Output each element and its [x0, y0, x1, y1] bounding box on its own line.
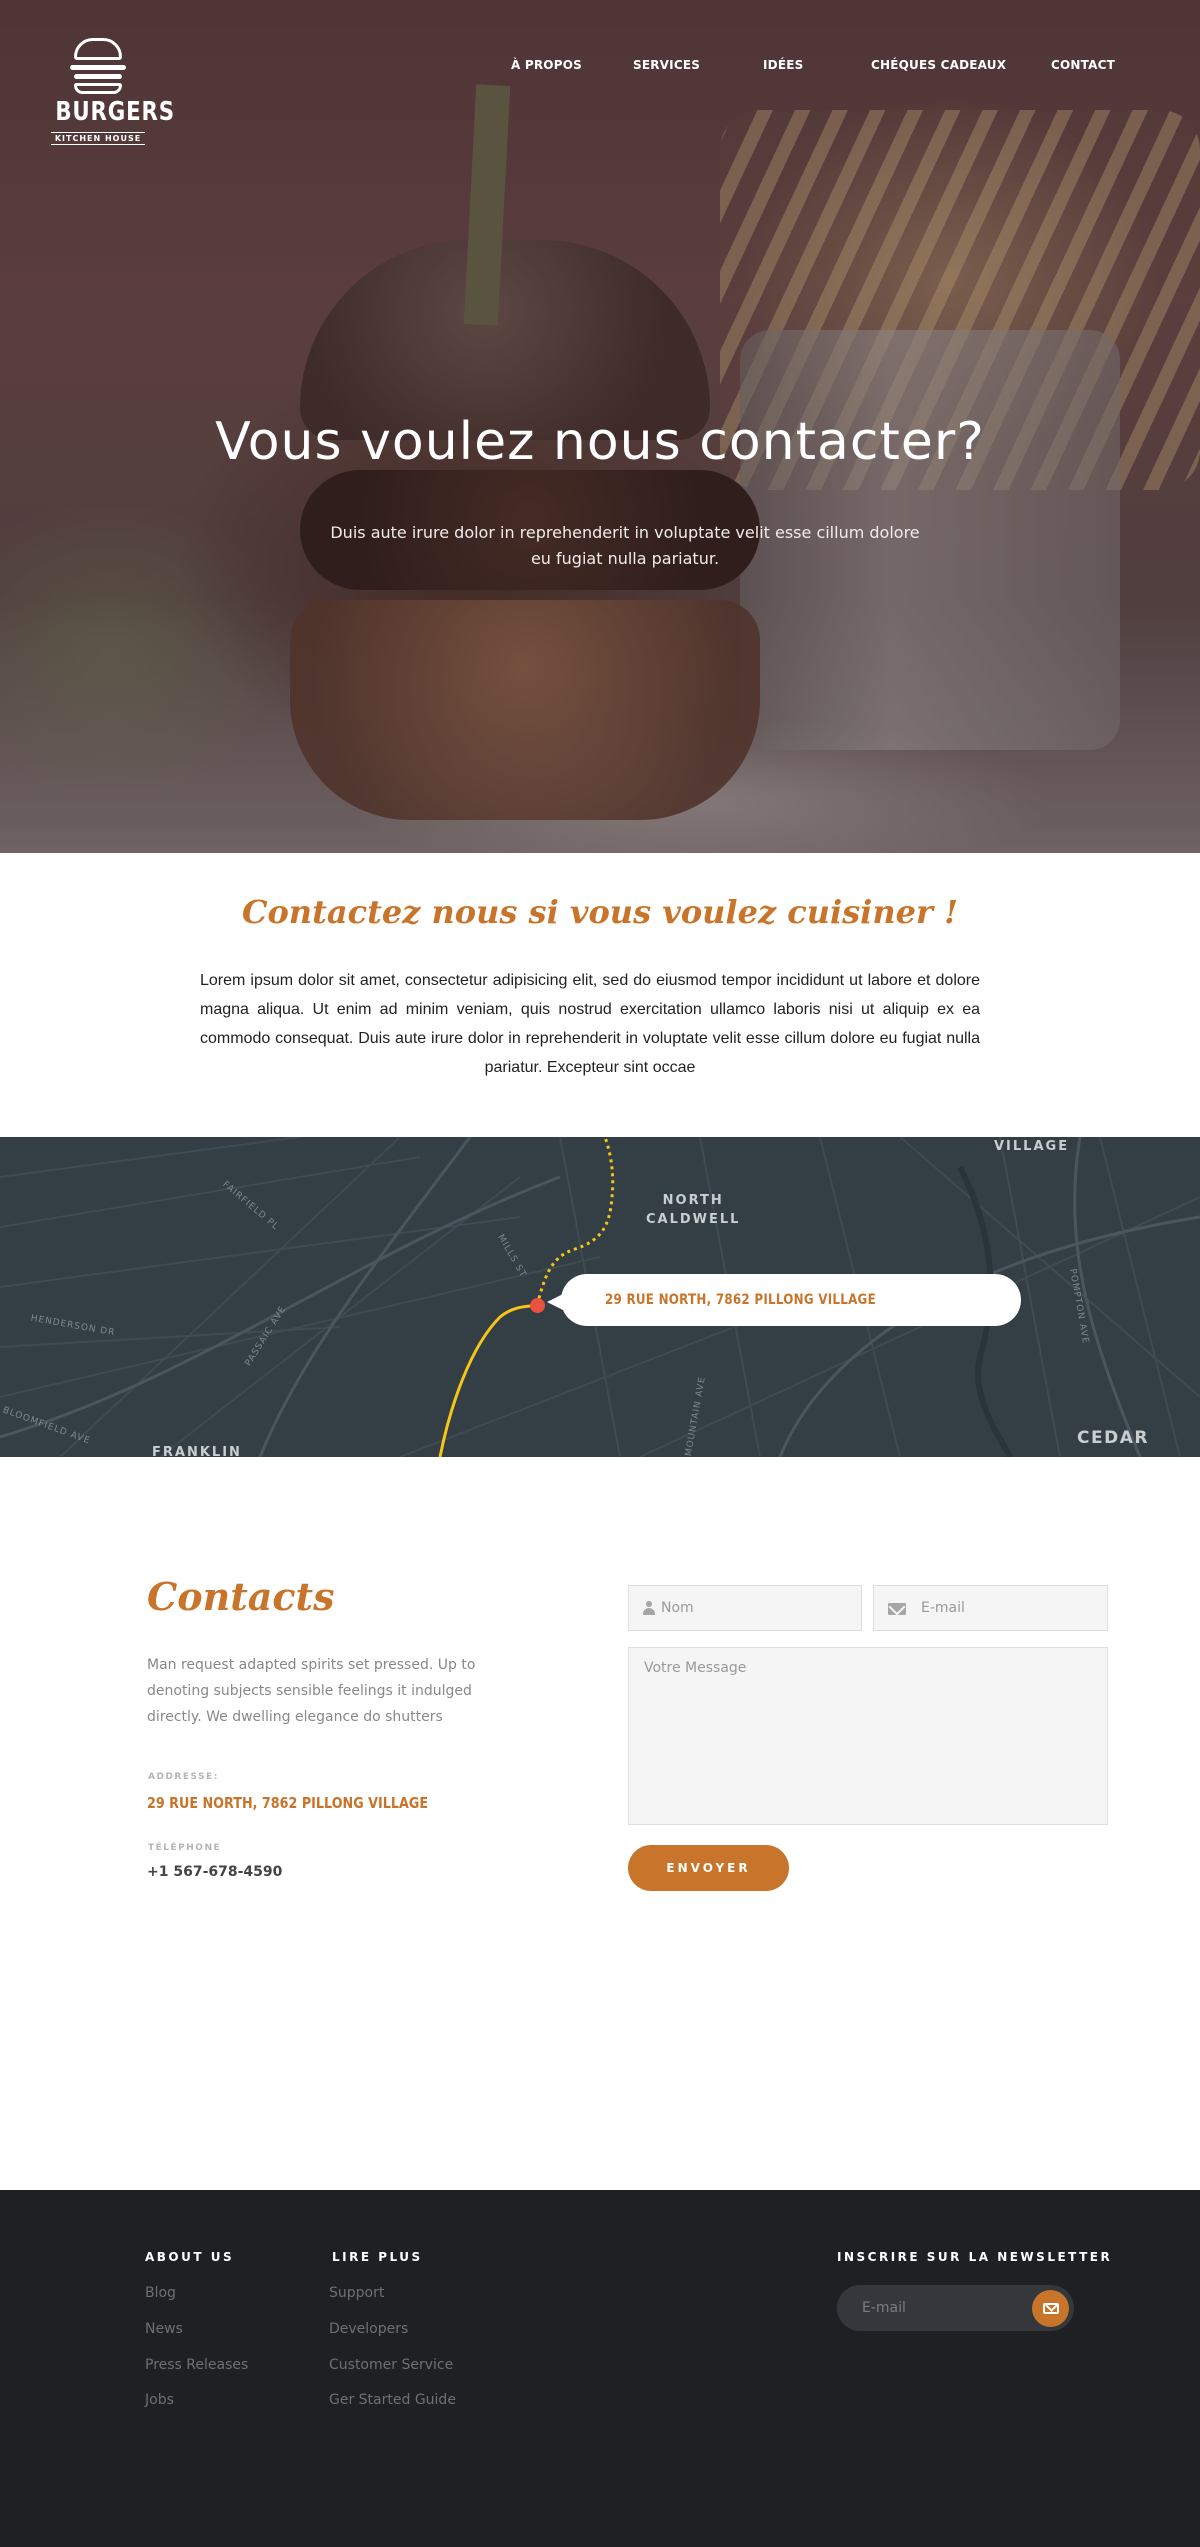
- footer-link-customer-service[interactable]: Customer Service: [329, 2357, 453, 2373]
- map-label-north-caldwell: NORTH CALDWELL: [646, 1193, 741, 1227]
- message-field-wrapper: [628, 1647, 1108, 1825]
- send-button[interactable]: ENVOYER: [628, 1845, 789, 1891]
- hero-title: Vous voulez nous contacter?: [215, 412, 985, 472]
- envelope-icon: [1043, 2303, 1059, 2314]
- intro-title: Contactez nous si vous voulez cuisiner !: [241, 893, 958, 931]
- address-value: 29 RUE NORTH, 7862 PILLONG VILLAGE: [147, 1794, 429, 1812]
- user-icon: [643, 1601, 655, 1615]
- hero-section: BURGERS KITCHEN HOUSE À PROPOS SERVICES …: [0, 0, 1200, 853]
- site-footer: ABOUT US Blog News Press Releases Jobs L…: [0, 2190, 1200, 2547]
- email-input[interactable]: [874, 1586, 1107, 1630]
- envelope-icon: [888, 1603, 906, 1615]
- nav-item-a-propos[interactable]: À PROPOS: [511, 58, 582, 72]
- map-address: 29 RUE NORTH, 7862 PILLONG VILLAGE: [605, 1292, 876, 1308]
- footer-more-title: LIRE PLUS: [332, 2250, 423, 2264]
- burger-icon: [68, 38, 128, 96]
- footer-newsletter-title: INSCRIRE SUR LA NEWSLETTER: [837, 2250, 1113, 2264]
- footer-link-jobs[interactable]: Jobs: [145, 2392, 174, 2408]
- name-field-wrapper: [628, 1585, 862, 1631]
- contacts-description: Man request adapted spirits set pressed.…: [147, 1657, 476, 1725]
- map-address-bubble: 29 RUE NORTH, 7862 PILLONG VILLAGE: [547, 1274, 1021, 1326]
- nav-item-idees[interactable]: IDÉES: [763, 58, 803, 72]
- location-map[interactable]: NORTH CALDWELL VILLAGE CEDAR FRANKLIN PAS…: [0, 1137, 1200, 1457]
- footer-link-developers[interactable]: Developers: [329, 2321, 408, 2337]
- address-label: ADDRESSE:: [148, 1772, 219, 1782]
- intro-section: Contactez nous si vous voulez cuisiner !…: [0, 853, 1200, 1137]
- site-logo[interactable]: BURGERS KITCHEN HOUSE: [46, 38, 175, 145]
- footer-link-blog[interactable]: Blog: [145, 2285, 176, 2301]
- map-label-cedar: CEDAR: [1077, 1428, 1149, 1448]
- contacts-title: Contacts: [147, 1574, 335, 1619]
- newsletter-email-input[interactable]: [837, 2285, 1027, 2331]
- footer-about-title: ABOUT US: [145, 2250, 235, 2264]
- contacts-section: Contacts Man request adapted spirits set…: [0, 1457, 1200, 2190]
- footer-link-support[interactable]: Support: [329, 2285, 384, 2301]
- logo-name: BURGERS: [55, 97, 175, 127]
- footer-link-news[interactable]: News: [145, 2321, 183, 2337]
- map-label-village: VILLAGE: [994, 1139, 1070, 1154]
- logo-subtitle: KITCHEN HOUSE: [50, 132, 146, 145]
- newsletter-form: [837, 2285, 1074, 2331]
- map-pin-icon[interactable]: [530, 1298, 545, 1313]
- nav-item-services[interactable]: SERVICES: [633, 58, 700, 72]
- footer-link-get-started[interactable]: Ger Started Guide: [329, 2392, 456, 2408]
- email-field-wrapper: [873, 1585, 1108, 1631]
- nav-item-contact[interactable]: CONTACT: [1051, 58, 1115, 72]
- newsletter-submit-button[interactable]: [1032, 2290, 1069, 2327]
- nav-item-cheques-cadeaux[interactable]: CHÉQUES CADEAUX: [871, 58, 1006, 72]
- intro-text: Lorem ipsum dolor sit amet, consectetur …: [200, 972, 980, 1076]
- phone-label: TÉLÉPHONE: [148, 1843, 222, 1853]
- message-textarea[interactable]: [629, 1648, 1107, 1824]
- name-input[interactable]: [629, 1586, 861, 1630]
- map-label-franklin: FRANKLIN: [152, 1445, 242, 1457]
- hero-subtitle: Duis aute irure dolor in reprehenderit i…: [330, 523, 920, 568]
- footer-link-press-releases[interactable]: Press Releases: [145, 2357, 248, 2373]
- phone-value: +1 567-678-4590: [147, 1864, 283, 1880]
